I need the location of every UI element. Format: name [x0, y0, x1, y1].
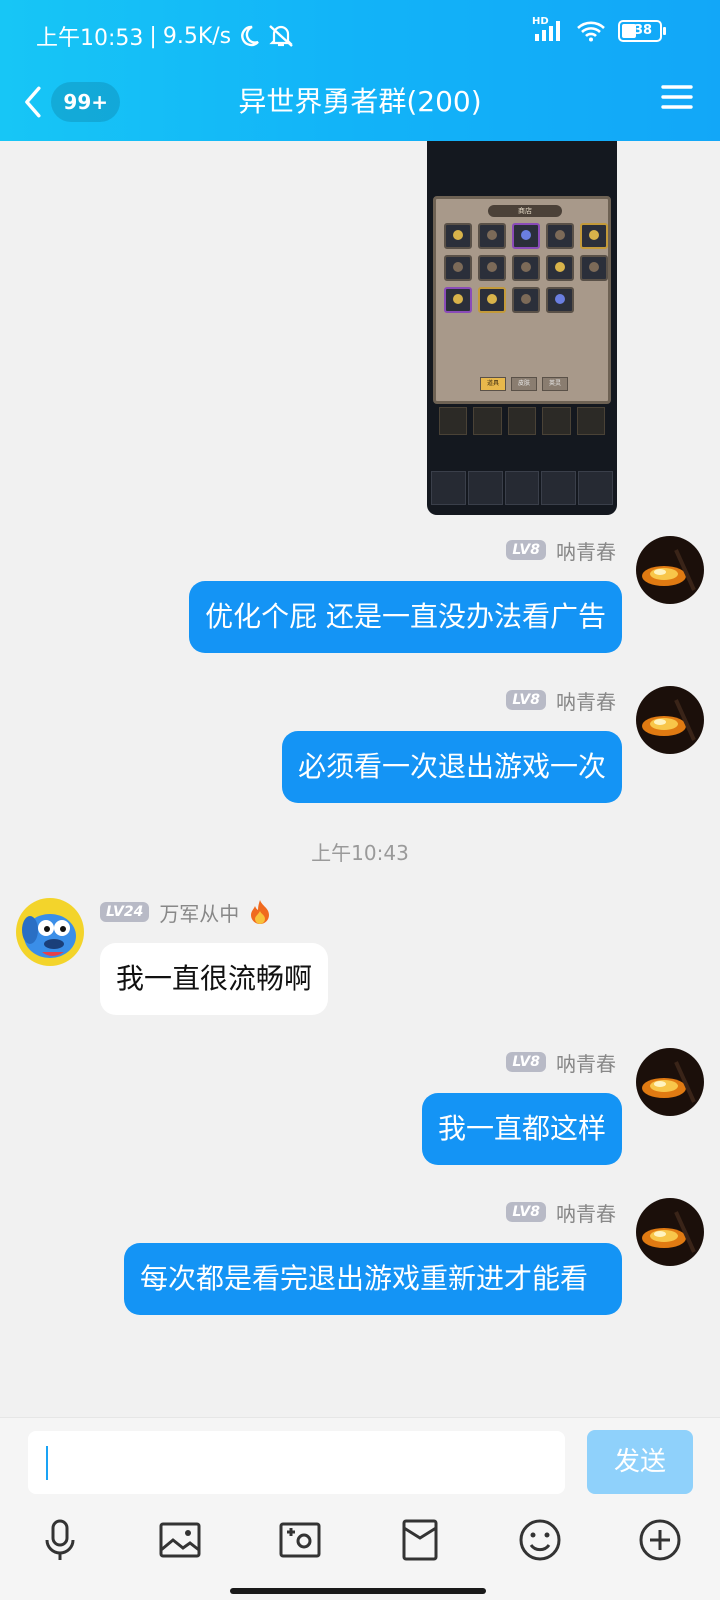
avatar[interactable] [636, 686, 704, 754]
status-bar: 上午10:53 | 9.5K/s HD 38 [0, 0, 720, 70]
message-bubble[interactable]: 每次都是看完退出游戏重新进才能看 [124, 1243, 622, 1315]
avatar[interactable] [636, 1048, 704, 1116]
signal-hd-label: HD [532, 16, 549, 27]
shop-tab: 道具 [480, 377, 506, 391]
input-area: 发送 [0, 1417, 720, 1600]
plus-icon[interactable] [638, 1518, 682, 1562]
avatar[interactable] [636, 536, 704, 604]
shop-item [546, 287, 574, 313]
game-slots [433, 407, 611, 435]
status-right: HD 38 [532, 16, 666, 42]
shop-item [546, 255, 574, 281]
status-time: 上午10:53 [36, 26, 144, 51]
sender-row: LV24 万军从中 [100, 897, 271, 927]
status-separator: | [149, 23, 157, 49]
menu-icon[interactable] [660, 80, 694, 114]
shop-tab: 英灵 [542, 377, 568, 391]
battery-level: 38 [634, 23, 653, 38]
battery-tip [663, 27, 666, 35]
send-button[interactable]: 发送 [587, 1430, 693, 1494]
shop-item [478, 287, 506, 313]
sender-name: 万军从中 [159, 901, 240, 926]
shop-item [478, 255, 506, 281]
shop-item [444, 223, 472, 249]
lamp-avatar-icon [636, 1198, 704, 1266]
message-timestamp: 上午10:43 [311, 841, 409, 865]
chat-header: 上午10:53 | 9.5K/s HD 38 99+ 异世界勇者群(200) [0, 0, 720, 141]
shop-tab: 皮肤 [511, 377, 537, 391]
unread-badge: 99+ [51, 82, 120, 122]
lamp-avatar-icon [636, 686, 704, 754]
shop-item [580, 223, 608, 249]
shop-item [512, 287, 540, 313]
level-badge: LV8 [506, 540, 546, 560]
sender-row: LV8 呐青春 [506, 535, 616, 565]
message-list[interactable]: 商店 道具 皮肤 英灵 LV8 呐青春 优化个屁 还是一直没办法看广告 LV8 … [0, 141, 720, 1417]
shop-item [512, 255, 540, 281]
red-packet-icon[interactable] [398, 1518, 442, 1562]
shop-item [580, 255, 608, 281]
message-bubble[interactable]: 我一直都这样 [421, 1093, 622, 1165]
level-badge: LV8 [506, 1052, 546, 1072]
message-bubble[interactable]: 必须看一次退出游戏一次 [281, 731, 622, 803]
camera-icon[interactable] [278, 1518, 322, 1562]
sender-name: 呐青春 [556, 1201, 616, 1226]
shop-tabs: 道具 皮肤 英灵 [480, 377, 568, 391]
battery-indicator: 38 [618, 20, 666, 42]
shop-item [444, 255, 472, 281]
avatar[interactable] [16, 898, 84, 966]
emoji-icon[interactable] [518, 1518, 562, 1562]
chat-title: 异世界勇者群(200) [238, 85, 482, 118]
avatar[interactable] [636, 1198, 704, 1266]
shop-grid [444, 223, 608, 313]
sender-row: LV8 呐青春 [506, 1197, 616, 1227]
network-speed: 9.5K/s [162, 23, 232, 49]
chevron-left-icon [25, 86, 41, 118]
shop-item [478, 223, 506, 249]
image-message[interactable]: 商店 道具 皮肤 英灵 [427, 141, 617, 515]
game-bottom-bar [427, 471, 617, 505]
level-badge: LV8 [506, 1202, 546, 1222]
shop-title: 商店 [488, 205, 562, 217]
level-badge: LV8 [506, 690, 546, 710]
back-button[interactable]: 99+ [20, 78, 120, 126]
moon-icon [241, 25, 260, 47]
sender-row: LV8 呐青春 [506, 1047, 616, 1077]
game-shop-panel: 商店 道具 皮肤 英灵 [433, 196, 611, 404]
status-left: 上午10:53 | 9.5K/s [36, 20, 295, 52]
sender-name: 呐青春 [556, 689, 616, 714]
shop-item [512, 223, 540, 249]
shop-item [444, 287, 472, 313]
wifi-icon [577, 21, 605, 42]
mute-bell-icon [269, 25, 293, 47]
shop-item [546, 223, 574, 249]
nav-bar: 99+ 异世界勇者群(200) [0, 70, 720, 141]
home-indicator[interactable] [230, 1588, 486, 1594]
message-input[interactable] [28, 1431, 565, 1494]
sender-row: LV8 呐青春 [506, 685, 616, 715]
lamp-avatar-icon [636, 1048, 704, 1116]
message-bubble[interactable]: 优化个屁 还是一直没办法看广告 [189, 581, 622, 653]
signal-indicator: HD [532, 16, 564, 42]
microphone-icon[interactable] [38, 1518, 82, 1562]
sender-name: 呐青春 [556, 539, 616, 564]
blue-dog-avatar-icon [16, 898, 84, 966]
image-icon[interactable] [158, 1518, 202, 1562]
text-caret [46, 1446, 48, 1480]
fire-icon [251, 900, 270, 924]
toolbar [0, 1518, 720, 1568]
lamp-avatar-icon [636, 536, 704, 604]
sender-name: 呐青春 [556, 1051, 616, 1076]
message-bubble[interactable]: 我一直很流畅啊 [100, 943, 329, 1015]
level-badge: LV24 [100, 902, 150, 922]
